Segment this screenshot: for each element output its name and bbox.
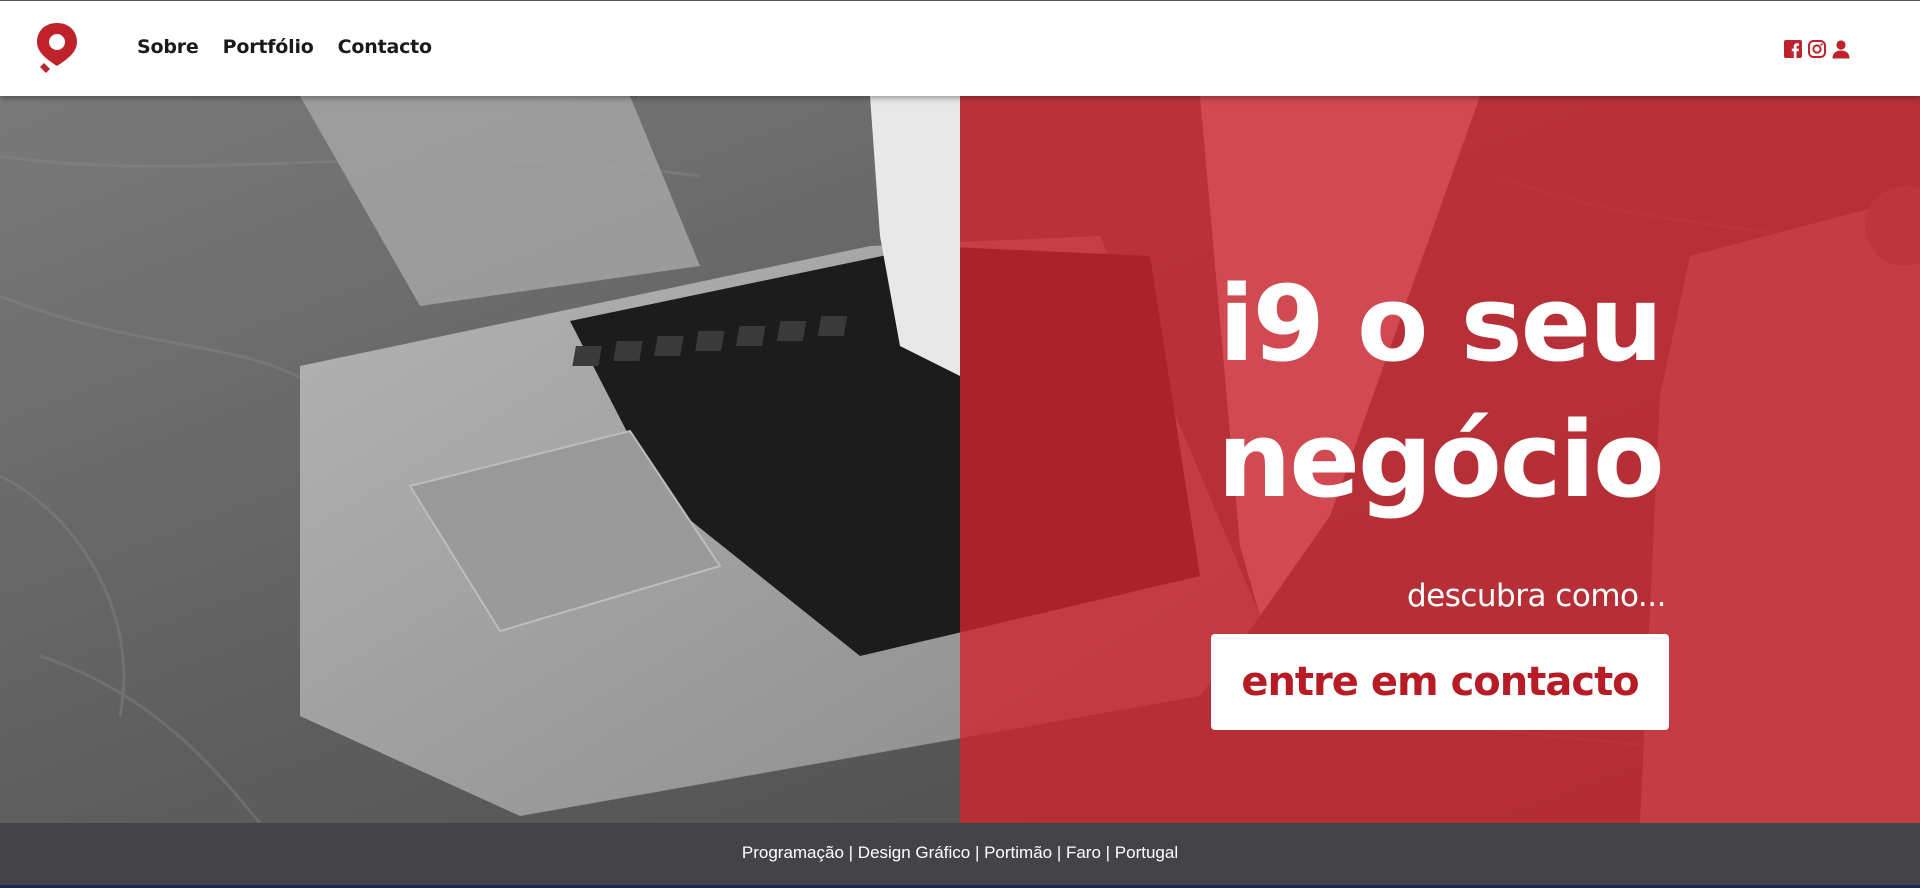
site-footer: Programação | Design Gráfico | Portimão … [0, 823, 1920, 888]
footer-text: Programação | Design Gráfico | Portimão … [741, 843, 1179, 862]
hero-headline: i9 o seu negócio [1100, 256, 1780, 528]
site-header: Sobre Portfólio Contacto [0, 0, 1920, 96]
hero-headline-line1: i9 o seu [1218, 263, 1663, 385]
social-links [1783, 39, 1851, 59]
facebook-icon[interactable] [1783, 39, 1803, 59]
user-icon[interactable] [1831, 39, 1851, 59]
main-nav: Sobre Portfólio Contacto [137, 36, 432, 58]
contact-cta-button[interactable]: entre em contacto [1211, 634, 1669, 730]
instagram-icon[interactable] [1807, 39, 1827, 59]
map-pin-logo-icon[interactable] [34, 21, 80, 77]
hero-subtitle: descubra como... [1406, 578, 1667, 614]
nav-link-contacto[interactable]: Contacto [338, 36, 432, 58]
nav-link-sobre[interactable]: Sobre [137, 36, 199, 58]
hero-headline-line2: negócio [1217, 399, 1664, 521]
nav-link-portfolio[interactable]: Portfólio [223, 36, 314, 58]
hero-section: i9 o seu negócio descubra como... entre … [0, 96, 1920, 823]
